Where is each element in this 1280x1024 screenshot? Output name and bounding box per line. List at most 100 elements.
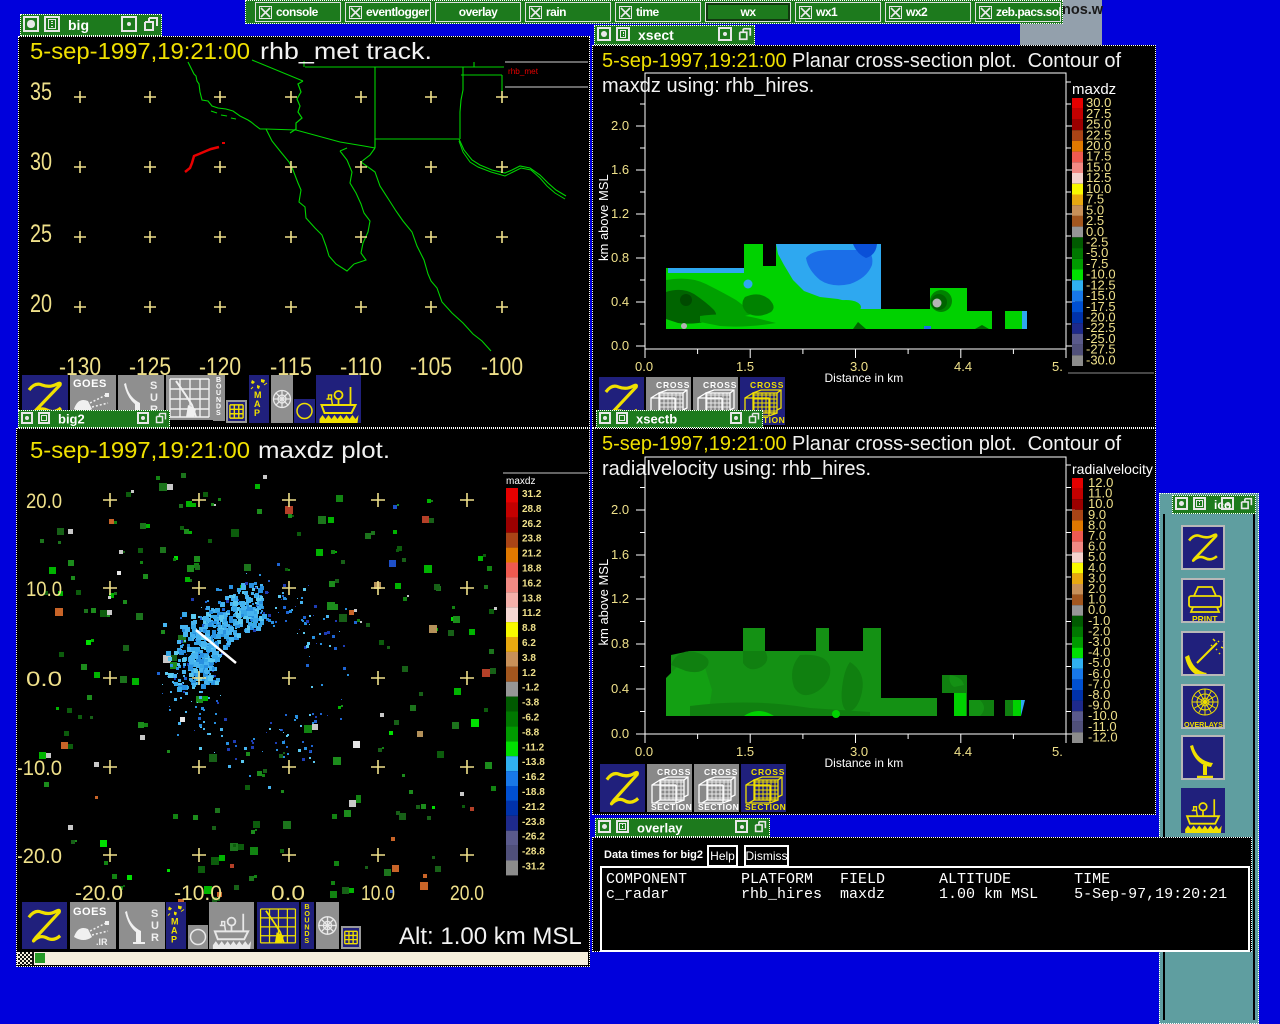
svg-text:Alt: 1.00 km MSL: Alt: 1.00 km MSL [399,923,582,950]
svg-text:-1.2: -1.2 [522,683,540,694]
svg-text:10.0: 10.0 [26,578,62,601]
svg-text:SECTION: SECTION [698,802,739,812]
svg-text:CROSS: CROSS [656,380,690,390]
svg-text:31.2: 31.2 [522,489,542,500]
svg-text:28.8: 28.8 [522,504,542,515]
svg-text:16.2: 16.2 [522,578,542,589]
svg-text:20: 20 [30,290,52,318]
svg-text:SECTION: SECTION [745,802,786,812]
svg-text:-23.8: -23.8 [522,817,545,828]
svg-text:P: P [254,408,260,418]
svg-text:20.0: 20.0 [450,882,484,905]
svg-text:GOES: GOES [73,906,107,918]
svg-text:0.0: 0.0 [635,359,653,374]
svg-text:U: U [151,920,159,932]
svg-text:18.8: 18.8 [522,564,542,575]
svg-text:5-sep-1997,19:21:00: 5-sep-1997,19:21:00 [602,50,787,72]
svg-text:0.8: 0.8 [611,636,629,651]
svg-text:GOES: GOES [73,378,107,390]
svg-text:km above MSL: km above MSL [596,559,611,646]
svg-text:S: S [150,380,157,392]
svg-text:-105: -105 [410,353,452,381]
svg-text:OVERLAYS: OVERLAYS [1184,720,1223,729]
svg-text:26.2: 26.2 [522,519,542,530]
svg-text:11.2: 11.2 [522,608,541,619]
svg-text:1.2: 1.2 [611,591,629,606]
svg-text:maxdz using: rhb_hires.: maxdz using: rhb_hires. [602,75,814,97]
svg-text:maxdz plot.: maxdz plot. [258,437,390,463]
svg-text:Planar cross-section plot. Co: Planar cross-section plot. Contour of [792,50,1121,72]
svg-text:4.4: 4.4 [954,744,972,759]
svg-text:rhb_met: rhb_met [508,66,539,76]
svg-text:CROSS: CROSS [704,767,738,777]
svg-text:1.5: 1.5 [736,359,754,374]
svg-text:U: U [150,392,158,404]
svg-text:CROSS: CROSS [703,380,737,390]
svg-text:-3.8: -3.8 [522,698,540,709]
svg-text:5-sep-1997,19:21:00: 5-sep-1997,19:21:00 [30,437,250,463]
svg-text:0.0: 0.0 [635,744,653,759]
svg-text:1.2: 1.2 [522,668,536,679]
svg-text:2.0: 2.0 [611,502,629,517]
svg-text:SECTION: SECTION [651,802,692,812]
svg-text:radialvelocity using: rhb_hire: radialvelocity using: rhb_hires. [602,458,871,480]
svg-text:5.: 5. [1052,744,1063,759]
svg-text:0.0: 0.0 [26,668,62,691]
svg-text:.IR: .IR [96,937,108,947]
svg-text:maxdz: maxdz [506,476,535,487]
svg-text:Distance in km: Distance in km [825,371,904,385]
svg-text:-18.8: -18.8 [522,787,545,798]
svg-text:8.8: 8.8 [522,623,536,634]
svg-text:1.5: 1.5 [736,744,754,759]
svg-text:-10.0: -10.0 [18,757,62,780]
svg-text:Planar cross-section plot. Co: Planar cross-section plot. Contour of [792,433,1121,455]
svg-text:P: P [171,935,177,945]
svg-text:-100: -100 [481,353,523,381]
svg-text:35: 35 [30,78,52,106]
svg-text:CROSS: CROSS [657,767,691,777]
svg-text:-30.0: -30.0 [1086,352,1116,367]
svg-text:-6.2: -6.2 [522,713,540,724]
svg-text:km above MSL: km above MSL [596,174,611,261]
svg-text:-11.2: -11.2 [522,742,545,753]
svg-text:25: 25 [30,220,52,248]
svg-text:1.6: 1.6 [611,162,629,177]
svg-text:-8.8: -8.8 [522,727,540,738]
svg-text:3.8: 3.8 [522,653,536,664]
svg-text:0.0: 0.0 [611,726,629,741]
svg-text:-21.2: -21.2 [522,802,545,813]
svg-text:1.6: 1.6 [611,547,629,562]
svg-text:20.0: 20.0 [26,490,62,513]
svg-text:30: 30 [30,148,52,176]
svg-text:4.4: 4.4 [954,359,972,374]
svg-text:6.2: 6.2 [522,638,536,649]
svg-text:S: S [304,937,309,945]
svg-text:-31.2: -31.2 [522,862,545,873]
svg-text:CROSS: CROSS [750,380,784,390]
svg-text:0.0: 0.0 [611,338,629,353]
svg-text:13.8: 13.8 [522,593,542,604]
svg-text:5-sep-1997,19:21:00: 5-sep-1997,19:21:00 [602,433,787,455]
svg-text:S: S [216,410,221,417]
svg-text:R: R [151,932,159,944]
svg-text:-16.2: -16.2 [522,772,545,783]
svg-text:10.0: 10.0 [361,882,395,905]
svg-text:S: S [151,908,158,920]
svg-text:rhb_met track.: rhb_met track. [260,38,432,64]
svg-text:23.8: 23.8 [522,534,542,545]
svg-text:Distance in km: Distance in km [825,756,904,770]
svg-text:5-sep-1997,19:21:00: 5-sep-1997,19:21:00 [30,38,250,64]
svg-text:0.4: 0.4 [611,681,629,696]
svg-text:-26.2: -26.2 [522,832,545,843]
svg-text:2.0: 2.0 [611,118,629,133]
svg-text:-12.0: -12.0 [1088,729,1118,744]
svg-text:1.2: 1.2 [611,206,629,221]
svg-text:0.8: 0.8 [611,250,629,265]
svg-text:-28.8: -28.8 [522,847,545,858]
svg-text:0.4: 0.4 [611,294,629,309]
svg-text:-13.8: -13.8 [522,757,545,768]
svg-text:21.2: 21.2 [522,549,542,560]
svg-text:PRINT: PRINT [1192,614,1218,623]
svg-text:5.: 5. [1052,359,1063,374]
svg-text:-20.0: -20.0 [18,845,62,868]
